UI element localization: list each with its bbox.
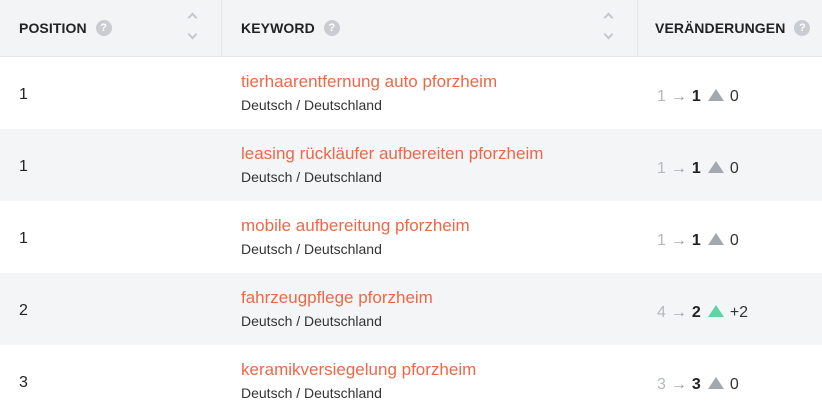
arrow-right-icon: → xyxy=(670,376,687,393)
keyword-cell: keramikversiegelung pforzheim Deutsch / … xyxy=(222,359,638,403)
previous-position: 3 xyxy=(657,376,666,393)
trend-neutral-icon xyxy=(707,233,724,245)
keyword-cell: tierhaarentfernung auto pforzheim Deutsc… xyxy=(222,71,638,115)
position-value: 2 xyxy=(19,302,28,319)
column-header-keyword-label: KEYWORD xyxy=(241,20,315,36)
table-row: 2 fahrzeugpflege pforzheim Deutsch / Deu… xyxy=(0,273,822,345)
table-body: 1 tierhaarentfernung auto pforzheim Deut… xyxy=(0,57,822,417)
trend-up-icon xyxy=(707,305,724,317)
previous-position: 1 xyxy=(657,232,666,249)
trend-neutral-icon xyxy=(707,89,724,101)
keyword-link[interactable]: keramikversiegelung pforzheim xyxy=(241,359,638,381)
keyword-link[interactable]: tierhaarentfernung auto pforzheim xyxy=(241,71,638,93)
change-cell: 4 → 2 +2 xyxy=(638,296,822,322)
position-value: 1 xyxy=(19,86,28,103)
position-delta: 0 xyxy=(729,376,739,393)
current-position: 3 xyxy=(691,376,701,393)
help-icon[interactable]: ? xyxy=(794,20,811,36)
keyword-locale: Deutsch / Deutschland xyxy=(241,313,382,329)
trend-neutral-icon xyxy=(707,377,724,389)
keyword-cell: leasing rückläufer aufbereiten pforzheim… xyxy=(222,143,638,187)
keyword-cell: mobile aufbereitung pforzheim Deutsch / … xyxy=(222,215,638,259)
chevron-up-icon xyxy=(187,12,197,23)
keyword-locale: Deutsch / Deutschland xyxy=(241,169,382,185)
table-header: POSITION ? KEYWORD ? VERÄNDERUNGEN ? xyxy=(0,0,822,57)
column-header-position-label: POSITION xyxy=(19,20,87,36)
change-cell: 1 → 1 0 xyxy=(638,224,822,250)
chevron-down-icon xyxy=(603,29,613,40)
keyword-locale: Deutsch / Deutschland xyxy=(241,241,382,257)
current-position: 1 xyxy=(691,232,701,249)
sort-icon[interactable] xyxy=(601,10,615,42)
keyword-link[interactable]: leasing rückläufer aufbereiten pforzheim xyxy=(241,143,638,165)
trend-neutral-icon xyxy=(707,161,724,173)
position-delta: 0 xyxy=(729,160,739,177)
position-delta: 0 xyxy=(729,88,739,105)
keyword-link[interactable]: mobile aufbereitung pforzheim xyxy=(241,215,638,237)
table-row: 1 mobile aufbereitung pforzheim Deutsch … xyxy=(0,201,822,273)
current-position: 1 xyxy=(691,88,701,105)
column-header-position[interactable]: POSITION ? xyxy=(0,0,222,56)
arrow-right-icon: → xyxy=(670,232,687,249)
table-row: 1 tierhaarentfernung auto pforzheim Deut… xyxy=(0,57,822,129)
change-cell: 1 → 1 0 xyxy=(638,152,822,178)
chevron-up-icon xyxy=(603,12,613,23)
column-header-keyword[interactable]: KEYWORD ? xyxy=(222,0,638,56)
column-header-changes-label: VERÄNDERUNGEN xyxy=(655,20,786,36)
keyword-locale: Deutsch / Deutschland xyxy=(241,97,382,113)
current-position: 1 xyxy=(691,160,701,177)
rankings-table: POSITION ? KEYWORD ? VERÄNDERUNGEN ? 1 t… xyxy=(0,0,822,417)
help-icon[interactable]: ? xyxy=(323,20,340,36)
position-delta: +2 xyxy=(729,304,749,321)
help-icon[interactable]: ? xyxy=(95,20,112,36)
arrow-right-icon: → xyxy=(670,88,687,105)
keyword-locale: Deutsch / Deutschland xyxy=(241,385,382,401)
change-cell: 3 → 3 0 xyxy=(638,368,822,394)
arrow-right-icon: → xyxy=(670,304,687,321)
sort-icon[interactable] xyxy=(185,10,199,42)
keyword-cell: fahrzeugpflege pforzheim Deutsch / Deuts… xyxy=(222,287,638,331)
previous-position: 4 xyxy=(657,304,666,321)
column-header-changes[interactable]: VERÄNDERUNGEN ? xyxy=(638,0,822,56)
position-delta: 0 xyxy=(729,232,739,249)
table-row: 1 leasing rückläufer aufbereiten pforzhe… xyxy=(0,129,822,201)
table-row: 3 keramikversiegelung pforzheim Deutsch … xyxy=(0,345,822,417)
position-value: 3 xyxy=(19,374,28,391)
previous-position: 1 xyxy=(657,160,666,177)
chevron-down-icon xyxy=(187,29,197,40)
change-cell: 1 → 1 0 xyxy=(638,80,822,106)
previous-position: 1 xyxy=(657,88,666,105)
keyword-link[interactable]: fahrzeugpflege pforzheim xyxy=(241,287,638,309)
position-value: 1 xyxy=(19,158,28,175)
current-position: 2 xyxy=(691,304,701,321)
position-value: 1 xyxy=(19,230,28,247)
arrow-right-icon: → xyxy=(670,160,687,177)
